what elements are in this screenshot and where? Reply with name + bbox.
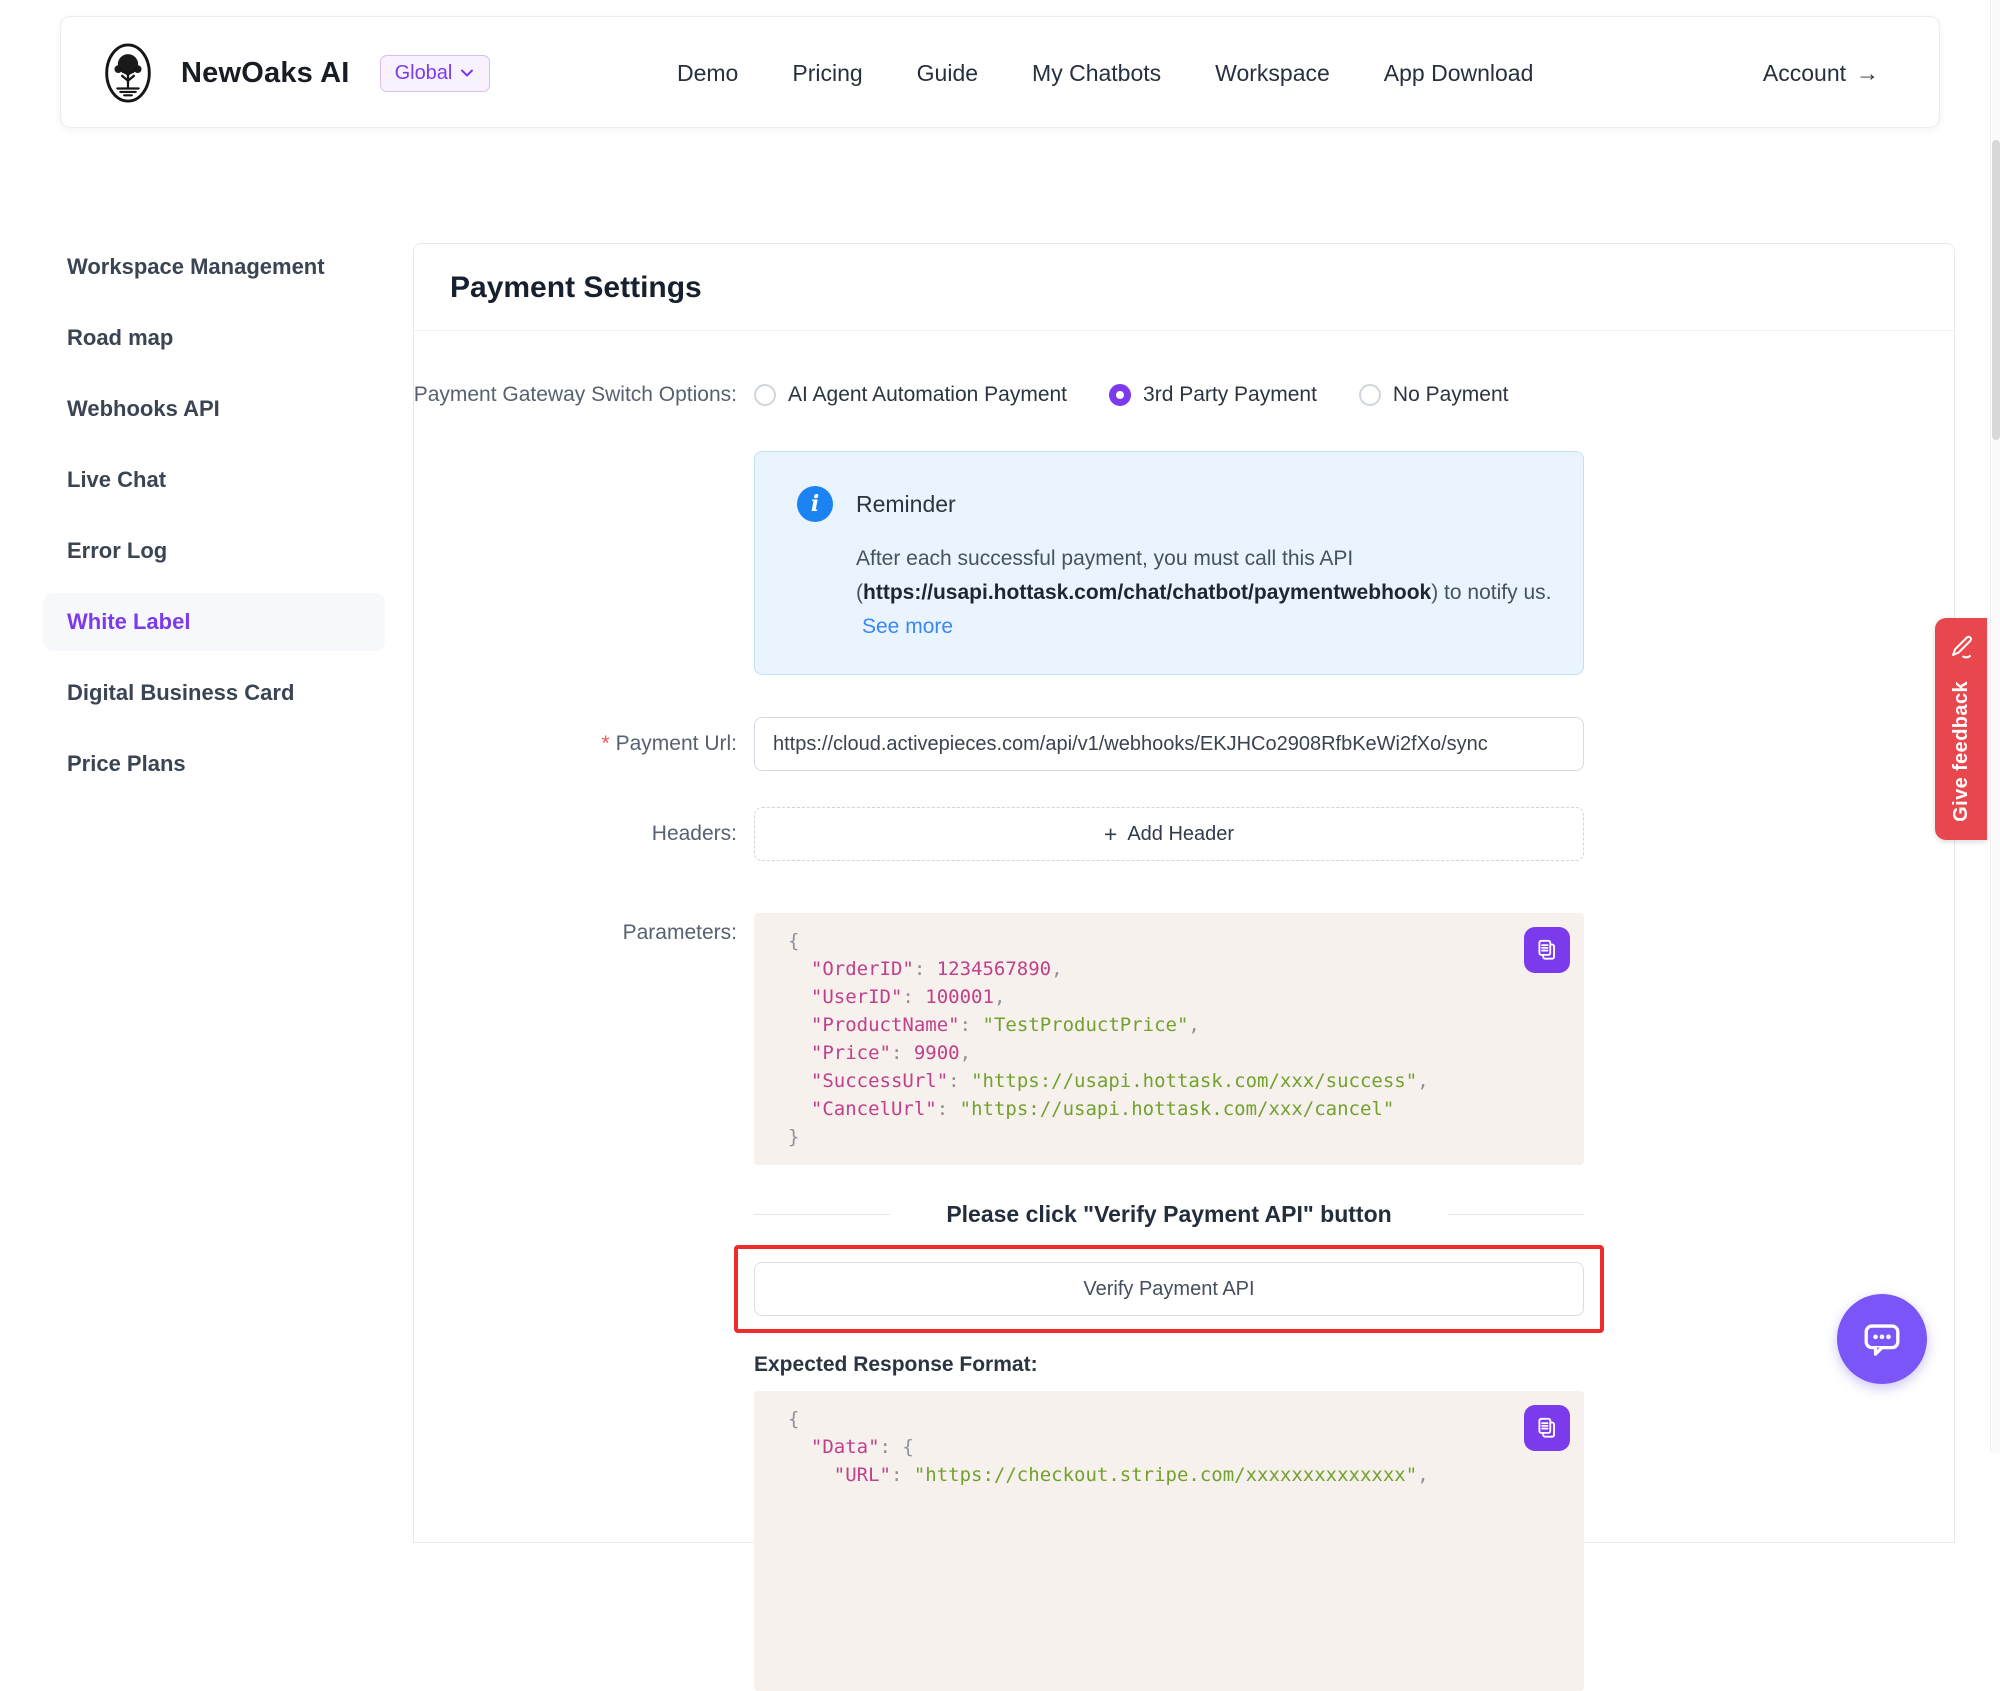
nav-item-workspace[interactable]: Workspace bbox=[1215, 60, 1330, 87]
radio-3rd-party-payment[interactable]: 3rd Party Payment bbox=[1109, 383, 1317, 407]
chat-widget-button[interactable] bbox=[1837, 1294, 1927, 1384]
chat-bubble-icon bbox=[1859, 1316, 1905, 1362]
nav-item-pricing[interactable]: Pricing bbox=[792, 60, 862, 87]
verify-hint-divider: Please click "Verify Payment API" button bbox=[754, 1199, 1584, 1229]
parameters-json: { "OrderID": 1234567890, "UserID": 10000… bbox=[788, 927, 1550, 1151]
response-code-block: { "Data": { "URL": "https://checkout.str… bbox=[754, 1391, 1584, 1691]
gateway-radio-group: AI Agent Automation Payment 3rd Party Pa… bbox=[754, 375, 1584, 415]
required-asterisk: * bbox=[601, 732, 609, 756]
scrollbar[interactable] bbox=[1990, 0, 2000, 1453]
main-nav: Demo Pricing Guide My Chatbots Workspace… bbox=[677, 17, 1533, 129]
radio-circle-icon[interactable] bbox=[1359, 384, 1381, 406]
pencil-icon bbox=[1948, 633, 1975, 660]
gateway-switch-label: Payment Gateway Switch Options: bbox=[414, 375, 754, 415]
payment-url-input[interactable] bbox=[754, 717, 1584, 771]
see-more-link[interactable]: See more bbox=[862, 615, 953, 638]
radio-ai-agent-automation-payment[interactable]: AI Agent Automation Payment bbox=[754, 383, 1067, 407]
chevron-down-icon bbox=[459, 65, 475, 81]
newoaks-tree-logo-icon bbox=[97, 40, 159, 106]
reminder-body: After each successful payment, you must … bbox=[856, 542, 1556, 644]
reminder-title: Reminder bbox=[856, 491, 956, 518]
account-link[interactable]: Account → bbox=[1763, 17, 1879, 129]
add-header-button[interactable]: + Add Header bbox=[754, 807, 1584, 861]
expected-response-label: Expected Response Format: bbox=[754, 1353, 1038, 1376]
gateway-switch-row: Payment Gateway Switch Options: AI Agent… bbox=[414, 375, 1954, 415]
sidebar-item-road-map[interactable]: Road map bbox=[43, 309, 385, 367]
account-label: Account bbox=[1763, 60, 1846, 87]
sidebar-item-price-plans[interactable]: Price Plans bbox=[43, 735, 385, 793]
give-feedback-label: Give feedback bbox=[1950, 681, 1973, 822]
nav-item-demo[interactable]: Demo bbox=[677, 60, 738, 87]
region-label: Global bbox=[395, 62, 453, 85]
copy-icon[interactable] bbox=[1524, 1405, 1570, 1451]
payment-url-row: * Payment Url: bbox=[414, 717, 1954, 771]
copy-icon[interactable] bbox=[1524, 927, 1570, 973]
sidebar-item-webhooks-api[interactable]: Webhooks API bbox=[43, 380, 385, 438]
sidebar-item-live-chat[interactable]: Live Chat bbox=[43, 451, 385, 509]
red-annotation-box: Verify Payment API bbox=[734, 1245, 1604, 1333]
radio-no-payment[interactable]: No Payment bbox=[1359, 383, 1509, 407]
radio-circle-icon[interactable] bbox=[754, 384, 776, 406]
info-icon: i bbox=[797, 486, 833, 522]
headers-label: Headers: bbox=[414, 807, 754, 861]
parameters-label: Parameters: bbox=[414, 913, 754, 1165]
sidebar-item-workspace-management[interactable]: Workspace Management bbox=[43, 238, 385, 296]
verify-payment-api-button[interactable]: Verify Payment API bbox=[754, 1262, 1584, 1316]
nav-item-app-download[interactable]: App Download bbox=[1384, 60, 1534, 87]
scrollbar-thumb[interactable] bbox=[1992, 140, 2000, 440]
brand-name: NewOaks AI bbox=[181, 57, 350, 90]
parameters-code-block: { "OrderID": 1234567890, "UserID": 10000… bbox=[754, 913, 1584, 1165]
payment-url-label: Payment Url: bbox=[616, 732, 737, 756]
page-title: Payment Settings bbox=[450, 271, 1918, 305]
sidebar-item-white-label[interactable]: White Label bbox=[43, 593, 385, 651]
plus-icon: + bbox=[1104, 823, 1117, 846]
give-feedback-tab[interactable]: Give feedback bbox=[1935, 618, 1987, 840]
panel-header: Payment Settings bbox=[414, 244, 1954, 331]
payment-settings-panel: Payment Settings Payment Gateway Switch … bbox=[413, 243, 1955, 1543]
settings-sidebar: Workspace Management Road map Webhooks A… bbox=[43, 238, 385, 793]
divider-line bbox=[754, 1214, 890, 1215]
headers-row: Headers: + Add Header bbox=[414, 807, 1954, 861]
brand-home-link[interactable]: NewOaks AI Global bbox=[97, 17, 490, 129]
nav-item-guide[interactable]: Guide bbox=[917, 60, 978, 87]
webhook-api-url: https://usapi.hottask.com/chat/chatbot/p… bbox=[863, 581, 1431, 604]
sidebar-item-digital-business-card[interactable]: Digital Business Card bbox=[43, 664, 385, 722]
nav-item-my-chatbots[interactable]: My Chatbots bbox=[1032, 60, 1161, 87]
radio-selected-icon[interactable] bbox=[1109, 384, 1131, 406]
region-selector[interactable]: Global bbox=[380, 55, 491, 92]
verify-hint-text: Please click "Verify Payment API" button bbox=[946, 1201, 1391, 1228]
arrow-right-icon: → bbox=[1856, 60, 1879, 87]
top-navbar: NewOaks AI Global Demo Pricing Guide My … bbox=[60, 16, 1940, 128]
sidebar-item-error-log[interactable]: Error Log bbox=[43, 522, 385, 580]
parameters-row: Parameters: { "OrderID": 1234567890, "Us… bbox=[414, 913, 1954, 1165]
response-json: { "Data": { "URL": "https://checkout.str… bbox=[788, 1405, 1550, 1489]
reminder-alert: i Reminder After each successful payment… bbox=[754, 451, 1584, 675]
divider-line bbox=[1448, 1214, 1584, 1215]
